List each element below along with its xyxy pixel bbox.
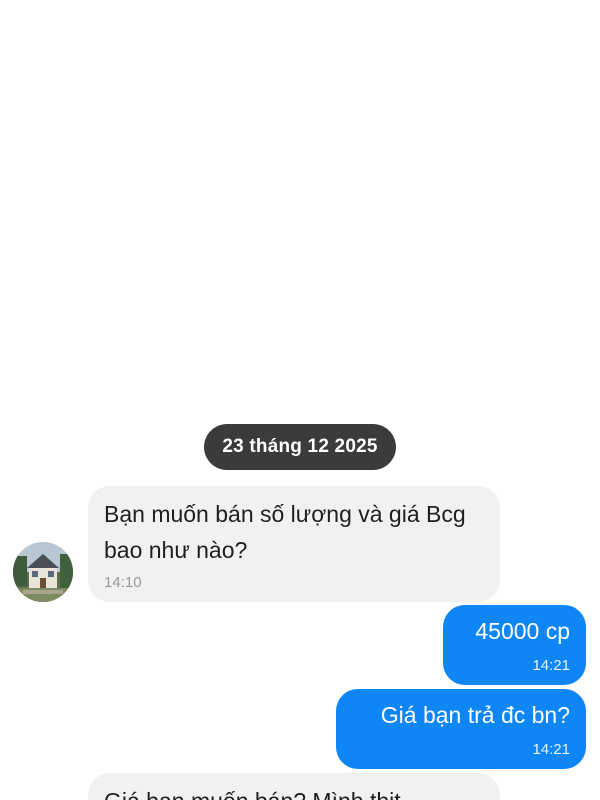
message-text: 45000 cp bbox=[475, 618, 570, 644]
date-separator-label: 23 tháng 12 2025 bbox=[222, 436, 378, 457]
message-text: Bạn muốn bán số lượng và giá Bcg bao như… bbox=[104, 501, 466, 563]
message-timestamp: 14:21 bbox=[532, 741, 570, 758]
incoming-message-bubble[interactable]: Bạn muốn bán số lượng và giá Bcg bao như… bbox=[88, 486, 500, 602]
message-text: Giá bạn trả đc bn? bbox=[380, 702, 570, 728]
message-text: Giá bạn muốn bán? Mình thịt bbox=[104, 783, 486, 800]
outgoing-message-bubble[interactable]: 45000 cp 14:21 bbox=[443, 605, 586, 685]
chat-message-area[interactable]: 23 tháng 12 2025 Bạn muốn bán số lượng v… bbox=[0, 0, 600, 800]
house-photo-icon bbox=[13, 542, 73, 602]
date-separator: 23 tháng 12 2025 bbox=[204, 424, 396, 470]
message-timestamp: 14:10 bbox=[104, 574, 142, 591]
message-timestamp: 14:21 bbox=[532, 657, 570, 674]
contact-avatar[interactable] bbox=[13, 542, 73, 602]
outgoing-message-bubble[interactable]: Giá bạn trả đc bn? 14:21 bbox=[336, 689, 586, 769]
incoming-message-bubble[interactable]: Giá bạn muốn bán? Mình thịt bbox=[88, 773, 500, 800]
